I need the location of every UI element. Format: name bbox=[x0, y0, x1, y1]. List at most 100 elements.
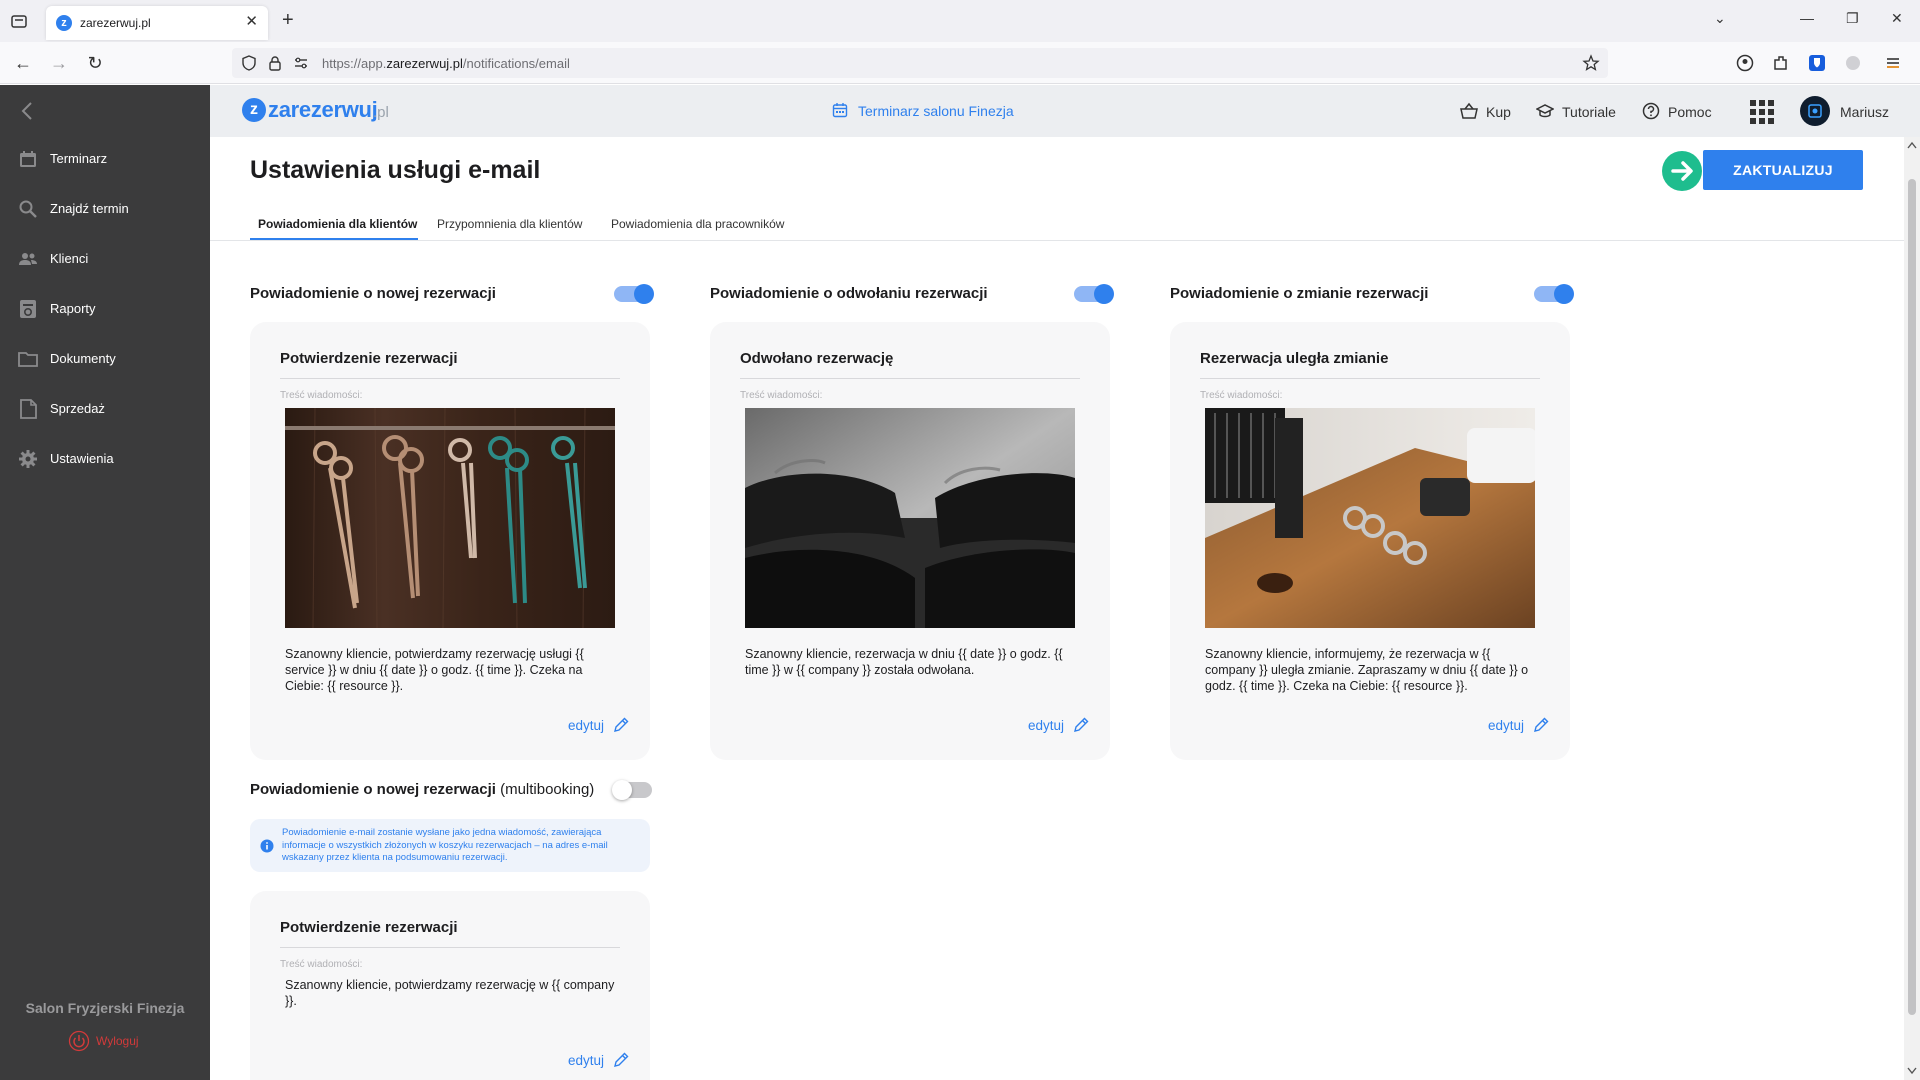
sidebar-item-label: Raporty bbox=[50, 301, 96, 316]
sidebar-item-klienci[interactable]: Klienci bbox=[0, 241, 210, 277]
sidebar-item-raporty[interactable]: Raporty bbox=[0, 291, 210, 327]
zarezerwuj-favicon-icon: z bbox=[56, 15, 72, 31]
toggle-knob bbox=[1554, 284, 1574, 304]
account-icon[interactable] bbox=[1735, 53, 1755, 73]
salon-chairs-photo bbox=[745, 408, 1075, 628]
url-bar[interactable]: https://app.zarezerwuj.pl/notifications/… bbox=[232, 48, 1608, 78]
shield-icon[interactable] bbox=[240, 54, 258, 72]
pencil-icon bbox=[614, 1052, 629, 1067]
browser-navbar: ← → ↻ https://app.zarezerwuj.pl/notifica… bbox=[0, 42, 1920, 84]
toggle-cancellation[interactable] bbox=[1074, 284, 1114, 304]
logout-label: Wyloguj bbox=[96, 1034, 139, 1048]
pencil-icon bbox=[1534, 717, 1549, 732]
message-text: Szanowny kliencie, potwierdzamy rezerwac… bbox=[285, 647, 584, 693]
content-label: Treść wiadomości: bbox=[1200, 390, 1283, 401]
logo-badge-icon: z bbox=[242, 98, 266, 122]
page-scrollbar[interactable] bbox=[1904, 137, 1920, 1080]
logo-domain: .pl bbox=[373, 104, 389, 121]
pencil-icon bbox=[614, 717, 629, 732]
section-title-cancellation: Powiadomienie o odwołaniu rezerwacji bbox=[710, 285, 988, 302]
calendar-link-label: Terminarz salonu Finezja bbox=[858, 103, 1014, 119]
card-title: Rezerwacja uległa zmianie bbox=[1200, 350, 1389, 367]
content-label: Treść wiadomości: bbox=[280, 959, 363, 970]
card-multibooking: Potwierdzenie rezerwacji Treść wiadomośc… bbox=[250, 891, 650, 1080]
chevron-down-icon[interactable]: ⌄ bbox=[1714, 10, 1726, 27]
help-label: Pomoc bbox=[1668, 104, 1712, 120]
minimize-icon[interactable]: — bbox=[1800, 10, 1814, 26]
card-title: Odwołano rezerwację bbox=[740, 350, 894, 367]
bookmark-star-icon[interactable] bbox=[1582, 54, 1600, 72]
tab-client-notifications[interactable]: Powiadomienia dla klientów bbox=[258, 217, 417, 231]
content-label: Treść wiadomości: bbox=[740, 390, 823, 401]
bitwarden-icon[interactable] bbox=[1807, 53, 1827, 73]
apps-grid-icon[interactable] bbox=[1750, 100, 1774, 124]
new-tab-icon[interactable]: + bbox=[282, 10, 294, 30]
sidebar-item-label: Ustawienia bbox=[50, 451, 114, 466]
toggle-multibooking[interactable] bbox=[612, 780, 652, 800]
tab-client-reminders[interactable]: Przypomnienia dla klientów bbox=[437, 217, 582, 231]
section-title-new-booking: Powiadomienie o nowej rezerwacji bbox=[250, 285, 496, 302]
close-tab-icon[interactable]: ✕ bbox=[245, 14, 258, 30]
browser-tab[interactable]: z zarezerwuj.pl ✕ bbox=[46, 6, 268, 40]
edit-label: edytuj bbox=[1027, 718, 1064, 733]
close-window-icon[interactable]: ✕ bbox=[1891, 10, 1903, 27]
buy-label: Kup bbox=[1486, 104, 1511, 120]
search-icon bbox=[19, 200, 37, 218]
menu-icon[interactable] bbox=[1883, 53, 1903, 73]
sidebar-item-znajdz-termin[interactable]: Znajdź termin bbox=[0, 191, 210, 227]
sidebar-item-ustawienia[interactable]: Ustawienia bbox=[0, 441, 210, 477]
scroll-down-icon[interactable] bbox=[1907, 1067, 1917, 1075]
card-change: Rezerwacja uległa zmianie Treść wiadomoś… bbox=[1170, 322, 1570, 760]
permissions-icon[interactable] bbox=[292, 54, 310, 72]
sidebar-item-label: Sprzedaż bbox=[50, 401, 105, 416]
browser-tab-title: zarezerwuj.pl bbox=[80, 16, 151, 30]
card-title: Potwierdzenie rezerwacji bbox=[280, 350, 458, 367]
extensions-icon[interactable] bbox=[1771, 53, 1791, 73]
users-icon bbox=[19, 253, 37, 265]
collapse-sidebar-icon[interactable] bbox=[18, 99, 38, 123]
graduation-cap-icon bbox=[1536, 104, 1554, 118]
salon-name: Salon Fryzjerski Finezja bbox=[25, 1000, 185, 1016]
tab-list-icon[interactable] bbox=[10, 12, 28, 30]
restore-icon[interactable]: ❐ bbox=[1846, 10, 1859, 27]
toggle-change[interactable] bbox=[1534, 284, 1574, 304]
forward-icon[interactable]: → bbox=[48, 52, 70, 74]
help-icon bbox=[1642, 102, 1660, 120]
divider bbox=[280, 947, 620, 948]
toggle-knob bbox=[612, 780, 632, 800]
sidebar-item-sprzedaz[interactable]: Sprzedaż bbox=[0, 391, 210, 427]
avatar bbox=[1800, 96, 1830, 126]
toggle-knob bbox=[634, 284, 654, 304]
basket-icon bbox=[1460, 102, 1478, 119]
extension-puzzle-icon[interactable] bbox=[1843, 53, 1863, 73]
sidebar-item-label: Znajdź termin bbox=[50, 201, 129, 216]
message-text: Szanowny kliencie, potwierdzamy rezerwac… bbox=[285, 978, 615, 1008]
sidebar-item-dokumenty[interactable]: Dokumenty bbox=[0, 341, 210, 377]
message-text: Szanowny kliencie, rezerwacja w dniu {{ … bbox=[745, 647, 1063, 677]
url-text: https://app.zarezerwuj.pl/notifications/… bbox=[322, 56, 570, 71]
tutorials-label: Tutoriale bbox=[1562, 104, 1616, 120]
edit-label: edytuj bbox=[1487, 718, 1524, 733]
message-text: Szanowny kliencie, informujemy, że rezer… bbox=[1205, 647, 1529, 693]
reload-icon[interactable]: ↻ bbox=[84, 52, 106, 74]
pencil-icon bbox=[1074, 717, 1089, 732]
sidebar-item-terminarz[interactable]: Terminarz bbox=[0, 141, 210, 177]
sidebar-item-label: Terminarz bbox=[50, 151, 108, 166]
update-button[interactable]: ZAKTUALIZUJ bbox=[1703, 150, 1863, 190]
report-icon bbox=[20, 300, 36, 318]
toggle-knob bbox=[1094, 284, 1114, 304]
back-icon[interactable]: ← bbox=[12, 52, 34, 74]
card-title: Potwierdzenie rezerwacji bbox=[280, 919, 458, 936]
divider bbox=[740, 378, 1080, 379]
content-label: Treść wiadomości: bbox=[280, 390, 363, 401]
sidebar-item-label: Klienci bbox=[50, 251, 89, 266]
arrow-right-icon bbox=[1662, 151, 1702, 191]
tab-staff-notifications[interactable]: Powiadomienia dla pracowników bbox=[611, 217, 784, 231]
power-icon bbox=[68, 1030, 90, 1052]
scrollbar-thumb[interactable] bbox=[1908, 179, 1916, 1015]
lock-icon[interactable] bbox=[266, 54, 284, 72]
scroll-up-icon[interactable] bbox=[1907, 141, 1917, 149]
calendar-icon bbox=[832, 103, 848, 118]
toggle-new-booking[interactable] bbox=[614, 284, 654, 304]
section-title-multibooking: Powiadomienie o nowej rezerwacji (multib… bbox=[250, 781, 595, 798]
